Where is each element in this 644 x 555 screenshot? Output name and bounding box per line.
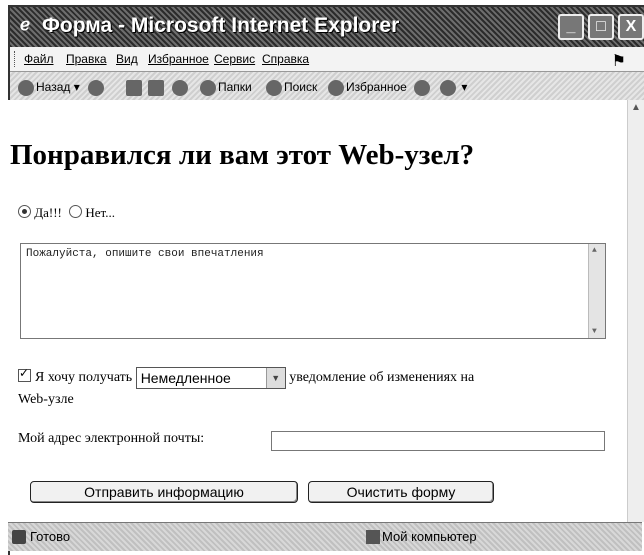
page-title: Понравился ли вам этот Web-узел?	[10, 139, 475, 171]
textarea-scrollbar[interactable]	[588, 244, 605, 338]
folders-button[interactable]: Папки	[200, 80, 252, 96]
back-arrow-icon	[18, 80, 34, 96]
radio-no-label: Нет...	[85, 205, 115, 220]
submit-button[interactable]: Отправить информацию	[30, 481, 298, 503]
back-button[interactable]: Назад ▾	[18, 80, 80, 96]
favorites-button[interactable]: Избранное	[328, 80, 407, 96]
forward-arrow-icon	[88, 80, 104, 96]
ie-logo-icon: ℯ	[20, 15, 31, 34]
menu-help[interactable]: Справка	[262, 52, 309, 66]
media-button[interactable]	[414, 80, 432, 96]
back-label: Назад	[36, 80, 71, 95]
search-button[interactable]: Поиск	[266, 80, 317, 96]
status-text: Готово	[30, 529, 71, 544]
home-icon	[172, 80, 188, 96]
stop-button[interactable]	[126, 80, 144, 96]
select-value: Немедленное	[140, 370, 231, 386]
notify-checkbox[interactable]	[18, 366, 31, 383]
email-label: Мой адрес электронной почты:	[18, 431, 205, 446]
history-icon	[440, 80, 456, 96]
window-title: Форма - Microsoft Internet Explorer	[42, 14, 400, 37]
zone-text: Мой компьютер	[382, 529, 477, 544]
close-button[interactable]: X	[618, 14, 644, 40]
menu-grip	[14, 51, 18, 67]
notify-row: Я хочу получать Немедленное ▼ уведомление…	[18, 366, 475, 389]
chevron-down-icon[interactable]: ▼	[265, 368, 285, 388]
title-bar: ℯ Форма - Microsoft Internet Explorer _ …	[10, 7, 644, 47]
menu-edit[interactable]: Правка	[66, 52, 107, 66]
status-bar: Готово Мой компьютер	[8, 522, 642, 551]
checkbox-label: Я хочу получать	[35, 370, 133, 386]
radio-group: Да!!! Нет...	[18, 205, 115, 221]
refresh-button[interactable]	[148, 80, 166, 96]
media-icon	[414, 80, 430, 96]
windows-flag-icon: ⚑	[611, 53, 626, 70]
radio-yes-label: Да!!!	[34, 205, 62, 220]
menu-file[interactable]: Файл	[24, 52, 54, 66]
history-button[interactable]: ▾	[440, 80, 467, 96]
computer-icon	[366, 530, 380, 544]
favorites-label: Избранное	[346, 80, 407, 95]
radio-yes[interactable]	[18, 205, 31, 218]
impressions-textarea[interactable]: Пожалуйста, опишите свои впечатления	[20, 243, 606, 339]
menu-tools[interactable]: Сервис	[214, 52, 255, 66]
reset-button[interactable]: Очистить форму	[308, 481, 494, 503]
textarea-text: Пожалуйста, опишите свои впечатления	[26, 248, 264, 260]
home-button[interactable]	[172, 80, 190, 96]
forward-button[interactable]	[88, 80, 106, 96]
star-icon	[328, 80, 344, 96]
folders-label: Папки	[218, 80, 252, 95]
menu-view[interactable]: Вид	[116, 52, 138, 66]
maximize-button[interactable]: □	[588, 14, 614, 40]
scroll-up-icon[interactable]: ▲	[630, 102, 642, 116]
folders-icon	[200, 80, 216, 96]
line2-text: Web-узле	[18, 392, 74, 407]
radio-no[interactable]	[69, 205, 83, 218]
refresh-icon	[148, 80, 164, 96]
minimize-button[interactable]: _	[558, 14, 584, 40]
search-label: Поиск	[284, 80, 318, 95]
menu-bar: Файл Правка Вид Избранное Сервис Справка…	[10, 47, 644, 72]
page-scrollbar[interactable]: ▲	[627, 100, 644, 522]
page-done-icon	[12, 530, 26, 544]
search-icon	[266, 80, 282, 96]
notify-select[interactable]: Немедленное ▼	[135, 367, 286, 389]
stop-icon	[126, 80, 142, 96]
menu-favorites[interactable]: Избранное	[148, 52, 209, 66]
email-input[interactable]	[271, 431, 605, 451]
after-select-text: уведомление об изменениях на	[289, 370, 475, 386]
